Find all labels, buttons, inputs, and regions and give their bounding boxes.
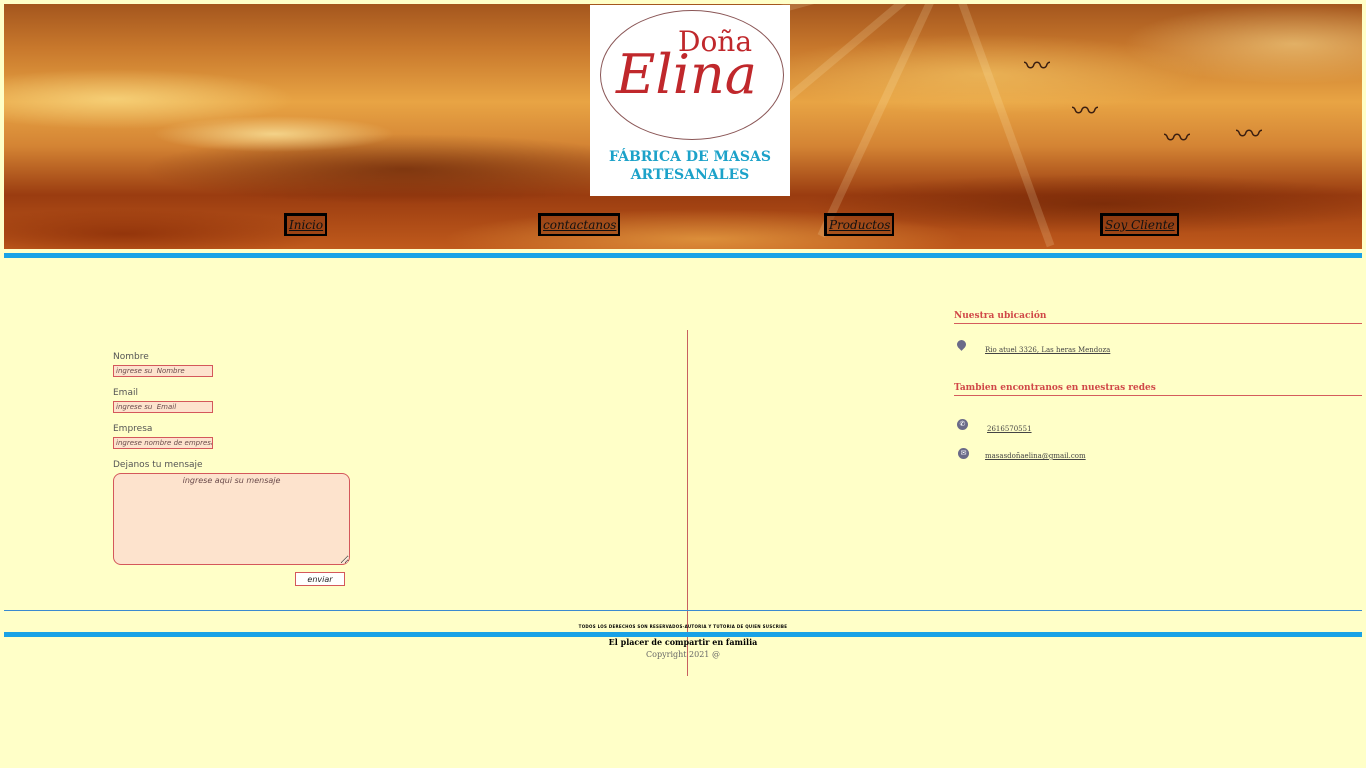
footer-tagline: El placer de compartir en familia [608,637,758,647]
header-divider [4,253,1362,258]
sun-ray [817,4,952,238]
bird-icon: 〰 [1164,124,1191,154]
nav-link-inicio[interactable]: Inicio [284,213,328,236]
nav-link-soy-cliente[interactable]: Soy Cliente [1100,213,1179,236]
nav-link-contactanos[interactable]: contactanos [538,213,621,236]
send-button[interactable]: enviar [295,572,345,586]
brand-subtitle-line: FÁBRICA DE MASAS [608,149,771,165]
rights-text: TODOS LOS DERECHOS SON RESERVADOS-AUTORI… [578,624,788,629]
header-banner: 〰 〰 〰 〰 Doña Elina FÁBRICA DE MASAS ARTE… [4,4,1362,249]
brand-main-text: Elina [616,43,757,106]
email-icon: ✉ [958,448,969,459]
copyright-text: Copyright 2021 @ [646,650,720,659]
email-label: Email [113,388,138,398]
location-pin-icon [955,338,968,351]
bird-icon: 〰 [1072,97,1099,127]
message-label: Dejanos tu mensaje [113,460,203,470]
message-field[interactable] [113,473,350,565]
bird-icon: 〰 [1236,120,1263,150]
bird-icon: 〰 [1024,52,1051,82]
brand-subtitle-line: ARTESANALES [630,167,750,183]
whatsapp-icon: ✆ [957,419,968,430]
logo: Doña Elina FÁBRICA DE MASAS ARTESANALES [590,5,790,196]
company-field[interactable] [113,437,213,449]
footer-divider-line [4,610,1362,611]
sun-ray [944,4,1055,248]
brand-subtitle: FÁBRICA DE MASAS ARTESANALES [590,148,790,184]
location-title: Nuestra ubicación [954,311,1362,324]
nav-link-productos[interactable]: Productos [824,213,895,236]
email-link[interactable]: masasdoñaelina@gmail.com [985,452,1086,460]
whatsapp-link[interactable]: 2616570551 [987,425,1032,433]
name-label: Nombre [113,352,149,362]
company-label: Empresa [113,424,153,434]
address-link[interactable]: Rio atuel 3326, Las heras Mendoza [985,346,1110,354]
email-field[interactable] [113,401,213,413]
name-field[interactable] [113,365,213,377]
social-title: Tambien encontranos en nuestras redes [954,383,1362,396]
